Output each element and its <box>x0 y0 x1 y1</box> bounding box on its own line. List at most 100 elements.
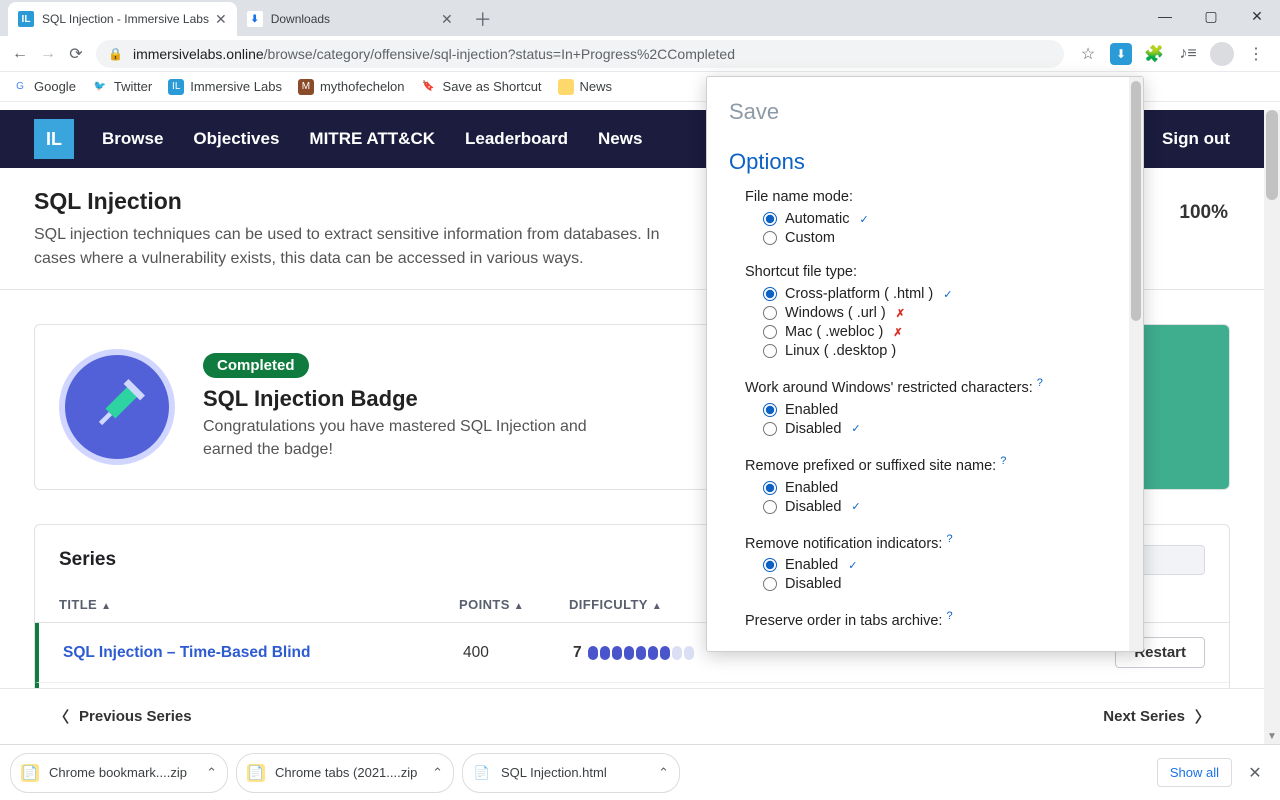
download-item[interactable]: 📄SQL Injection.html⌃ <box>462 753 680 793</box>
media-control-icon[interactable]: ♪≡ <box>1176 42 1200 66</box>
file-icon: 📄 <box>21 764 39 782</box>
option-group-label: Shortcut file type: <box>745 264 1107 280</box>
radio-option[interactable]: Enabled <box>763 402 1107 418</box>
col-title[interactable]: TITLE▲ <box>59 597 459 612</box>
help-icon[interactable]: ? <box>1037 377 1043 389</box>
help-icon[interactable]: ? <box>1000 455 1006 467</box>
browser-tab-1[interactable]: ⬇ Downloads ✕ <box>237 2 463 36</box>
profile-avatar[interactable] <box>1210 42 1234 66</box>
radio-option[interactable]: Disabled ✓ <box>763 499 1107 515</box>
chrome-menu-icon[interactable]: ⋮ <box>1244 42 1268 66</box>
bookmark-favicon: G <box>12 79 28 95</box>
option-group: Work around Windows' restricted characte… <box>745 377 1107 437</box>
bookmark-favicon: M <box>298 79 314 95</box>
window-close-button[interactable]: ✕ <box>1234 0 1280 32</box>
option-group-label: Work around Windows' restricted characte… <box>745 377 1107 396</box>
show-all-downloads-button[interactable]: Show all <box>1157 758 1232 787</box>
radio-input[interactable] <box>763 500 777 514</box>
sort-asc-icon: ▲ <box>514 601 524 612</box>
radio-option[interactable]: Disabled✓ <box>763 421 1107 437</box>
tab-title: Downloads <box>271 12 435 26</box>
lab-link[interactable]: SQL Injection – Time-Based Blind <box>63 644 310 661</box>
extensions-icon[interactable]: 🧩 <box>1142 42 1166 66</box>
chevron-up-icon[interactable]: ⌃ <box>432 765 443 781</box>
radio-input[interactable] <box>763 325 777 339</box>
option-group-label: Remove notification indicators:? <box>745 533 1107 552</box>
radio-input[interactable] <box>763 344 777 358</box>
badge-status-pill: Completed <box>203 353 309 378</box>
address-bar[interactable]: 🔒 immersivelabs.online/browse/category/o… <box>96 40 1064 68</box>
radio-option[interactable]: Enabled✓ <box>763 557 1107 573</box>
file-icon: 📄 <box>247 764 265 782</box>
nav-browse[interactable]: Browse <box>102 129 163 149</box>
radio-input[interactable] <box>763 403 777 417</box>
chevron-up-icon[interactable]: ⌃ <box>658 765 669 781</box>
radio-option[interactable]: Disabled <box>763 576 1107 592</box>
radio-input[interactable] <box>763 481 777 495</box>
sort-asc-icon: ▲ <box>652 601 662 612</box>
extension-save-shortcut-icon[interactable]: ⬇ <box>1110 43 1132 65</box>
bookmark-item[interactable]: GGoogle <box>12 79 76 95</box>
nav-news[interactable]: News <box>598 129 642 149</box>
bookmark-favicon: 🐦 <box>92 79 108 95</box>
new-tab-button[interactable]: ＋ <box>469 5 497 33</box>
radio-input[interactable] <box>763 558 777 572</box>
nav-leaderboard[interactable]: Leaderboard <box>465 129 568 149</box>
reload-button[interactable]: ⟳ <box>62 40 90 68</box>
bookmark-item[interactable]: Mmythofechelon <box>298 79 405 95</box>
cross-icon: ✗ <box>893 326 902 339</box>
radio-input[interactable] <box>763 212 777 226</box>
radio-input[interactable] <box>763 306 777 320</box>
check-icon: ✓ <box>851 500 860 513</box>
radio-input[interactable] <box>763 577 777 591</box>
prev-series-link[interactable]: Previous Series <box>79 708 192 725</box>
tab-close-icon[interactable]: ✕ <box>441 11 453 28</box>
site-logo[interactable]: IL <box>34 119 74 159</box>
radio-option[interactable]: Enabled <box>763 480 1107 496</box>
forward-button[interactable]: → <box>34 40 62 68</box>
series-search-input[interactable] <box>1135 545 1205 575</box>
radio-input[interactable] <box>763 287 777 301</box>
nav-objectives[interactable]: Objectives <box>193 129 279 149</box>
radio-option[interactable]: Mac ( .webloc )✗ <box>763 324 1107 340</box>
bookmark-item[interactable]: 🔖Save as Shortcut <box>421 79 542 95</box>
help-icon[interactable]: ? <box>946 610 952 622</box>
bookmark-item[interactable]: 🐦Twitter <box>92 79 152 95</box>
help-icon[interactable]: ? <box>946 533 952 545</box>
radio-option[interactable]: Automatic✓ <box>763 211 1107 227</box>
bookmark-label: Immersive Labs <box>190 79 282 94</box>
chevron-up-icon[interactable]: ⌃ <box>206 765 217 781</box>
nav-mitre[interactable]: MITRE ATT&CK <box>309 129 435 149</box>
ext-scroll-thumb[interactable] <box>1131 81 1141 321</box>
download-item[interactable]: 📄Chrome tabs (2021....zip⌃ <box>236 753 454 793</box>
back-button[interactable]: ← <box>6 40 34 68</box>
radio-input[interactable] <box>763 422 777 436</box>
radio-label: Automatic <box>785 211 849 227</box>
radio-option[interactable]: Custom <box>763 230 1107 246</box>
browser-tab-0[interactable]: IL SQL Injection - Immersive Labs ✕ <box>8 2 237 36</box>
ext-scrollbar[interactable] <box>1129 77 1143 651</box>
bookmark-item[interactable]: ILImmersive Labs <box>168 79 282 95</box>
scroll-thumb[interactable] <box>1266 110 1278 200</box>
tab-close-icon[interactable]: ✕ <box>215 11 227 28</box>
radio-option[interactable]: Linux ( .desktop ) <box>763 343 1107 359</box>
radio-option[interactable]: Windows ( .url )✗ <box>763 305 1107 321</box>
bookmark-star-icon[interactable]: ☆ <box>1076 42 1100 66</box>
col-points[interactable]: POINTS▲ <box>459 597 569 612</box>
close-shelf-button[interactable]: ✕ <box>1240 763 1270 783</box>
window-maximize-button[interactable]: ▢ <box>1188 0 1234 32</box>
bookmark-item[interactable]: News <box>558 79 613 95</box>
radio-option[interactable]: Cross-platform ( .html )✓ <box>763 286 1107 302</box>
radio-label: Disabled <box>785 499 841 515</box>
col-difficulty[interactable]: DIFFICULTY▲ <box>569 597 709 612</box>
radio-input[interactable] <box>763 231 777 245</box>
download-item[interactable]: 📄Chrome bookmark....zip⌃ <box>10 753 228 793</box>
radio-label: Disabled <box>785 576 841 592</box>
badge-text: Congratulations you have mastered SQL In… <box>203 416 623 461</box>
next-series-link[interactable]: Next Series <box>1103 708 1185 725</box>
page-scrollbar[interactable]: ▲ ▼ <box>1264 110 1280 744</box>
difficulty-meter: 7 <box>573 644 713 662</box>
window-minimize-button[interactable]: — <box>1142 0 1188 32</box>
nav-sign-out[interactable]: Sign out <box>1162 129 1230 149</box>
scroll-down-arrow[interactable]: ▼ <box>1264 728 1280 744</box>
